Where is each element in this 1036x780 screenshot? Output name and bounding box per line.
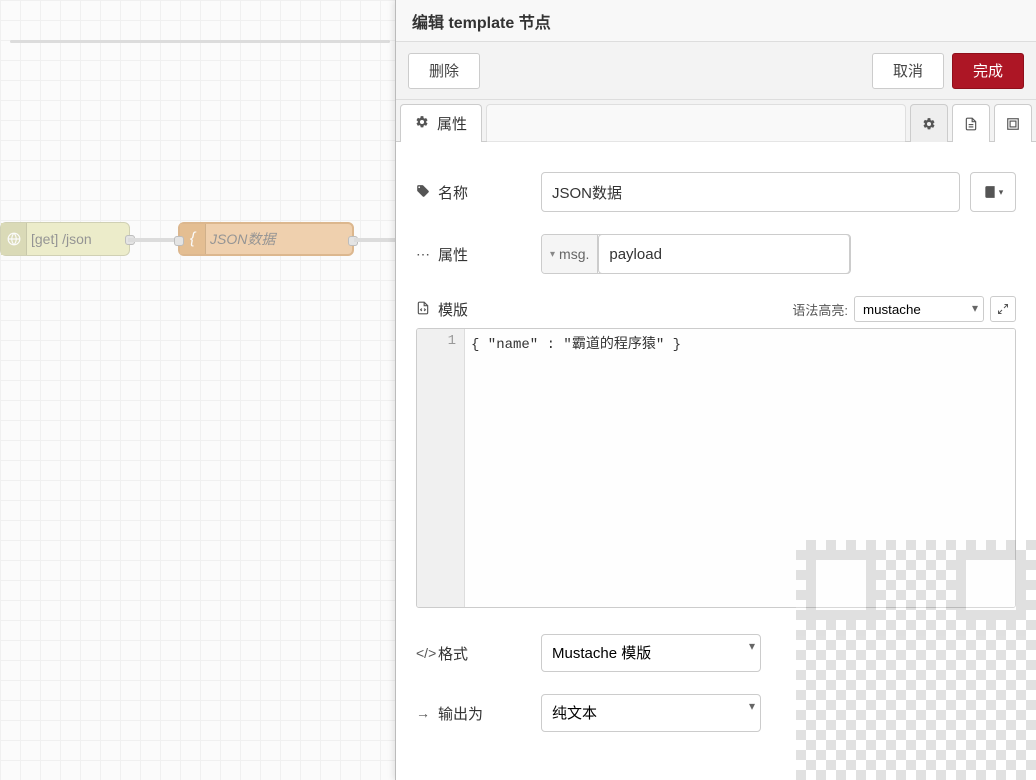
name-label: 名称 <box>438 182 468 203</box>
tab-row: 属性 <box>396 100 1036 142</box>
delete-button[interactable]: 删除 <box>408 53 480 89</box>
template-label: 模版 <box>438 299 468 320</box>
output-label: 输出为 <box>438 703 483 724</box>
syntax-select[interactable]: mustache <box>854 296 984 322</box>
file-code-icon <box>416 301 432 318</box>
done-button[interactable]: 完成 <box>952 53 1024 89</box>
node-template[interactable]: { JSON数据 <box>178 222 354 256</box>
node-description-button[interactable] <box>952 104 990 142</box>
wire <box>128 238 180 242</box>
node-http-in[interactable]: [get] /json <box>0 222 130 256</box>
name-input[interactable] <box>541 172 960 212</box>
format-label: 格式 <box>438 643 468 664</box>
property-label: 属性 <box>438 244 468 265</box>
format-select[interactable]: Mustache 模版 <box>541 634 761 672</box>
gear-icon <box>415 115 429 133</box>
output-select[interactable]: 纯文本 <box>541 694 761 732</box>
property-input[interactable] <box>598 234 850 274</box>
cancel-button[interactable]: 取消 <box>872 53 944 89</box>
qr-watermark <box>796 540 1036 780</box>
panel-title: 编辑 template 节点 <box>396 0 1036 42</box>
node-settings-button[interactable] <box>910 104 948 142</box>
tag-icon <box>416 184 432 201</box>
arrow-right-icon: → <box>416 705 432 721</box>
library-button[interactable]: ▾ <box>970 172 1016 212</box>
property-type-prefix: msg. <box>559 246 589 262</box>
node-template-label: JSON数据 <box>210 229 275 249</box>
node-http-label: [get] /json <box>31 231 92 247</box>
panel-toolbar: 删除 取消 完成 <box>396 42 1036 100</box>
tab-properties-label: 属性 <box>437 113 467 134</box>
property-type-selector[interactable]: ▾ msg. <box>542 235 598 273</box>
wire <box>354 238 396 242</box>
caret-down-icon: ▾ <box>550 249 555 260</box>
tab-properties[interactable]: 属性 <box>400 104 482 142</box>
code-icon: </> <box>416 645 432 661</box>
editor-gutter: 1 <box>417 329 465 607</box>
tab-blank <box>486 104 906 142</box>
globe-icon <box>1 223 27 255</box>
property-field[interactable]: ▾ msg. <box>541 234 851 274</box>
node-port-in[interactable] <box>174 236 184 246</box>
syntax-label: 语法高亮: <box>792 300 848 319</box>
ellipsis-icon: ⋯ <box>416 246 432 263</box>
line-number: 1 <box>417 333 456 349</box>
canvas-divider <box>10 40 390 43</box>
expand-editor-button[interactable] <box>990 296 1016 322</box>
node-appearance-button[interactable] <box>994 104 1032 142</box>
flow-canvas[interactable]: [get] /json { JSON数据 <box>0 0 395 780</box>
